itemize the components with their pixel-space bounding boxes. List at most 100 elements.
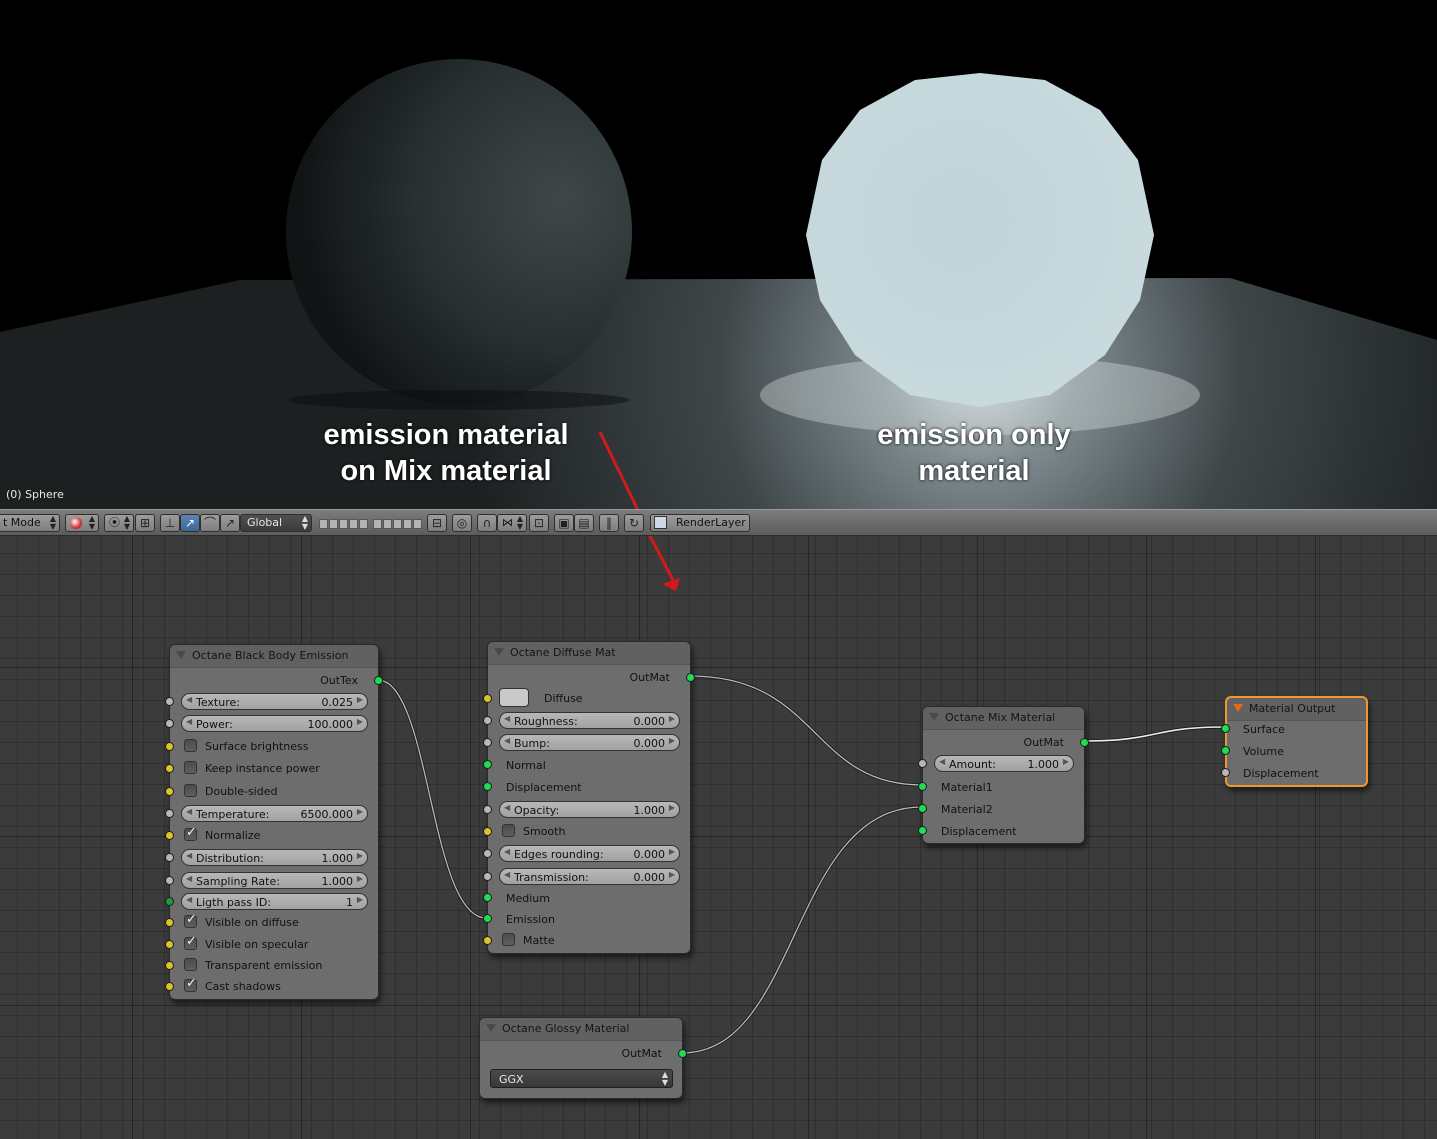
transparent-emission-checkbox[interactable] xyxy=(184,958,197,971)
layers-grid-left[interactable] xyxy=(318,514,368,533)
node-material-output[interactable]: Material Output Surface Volume Displacem… xyxy=(1221,696,1368,787)
render-layer-selector[interactable]: RenderLayer xyxy=(650,514,750,532)
cast-shadows-socket[interactable] xyxy=(165,982,174,991)
visible-on-diffuse-socket[interactable] xyxy=(165,918,174,927)
edges-rounding-field[interactable]: ◀ Edges rounding: 0.000 ▶ xyxy=(499,845,680,862)
displacement-socket[interactable] xyxy=(483,782,492,791)
output-socket[interactable] xyxy=(678,1049,687,1058)
proportional-edit-button[interactable]: ◎ xyxy=(452,514,472,532)
pivot-button[interactable]: ⦿ ▲ ▼ xyxy=(104,514,134,532)
opacity-socket[interactable] xyxy=(483,805,492,814)
surface-socket[interactable] xyxy=(1221,724,1230,733)
transparent-emission-socket[interactable] xyxy=(165,961,174,970)
node-diffuse-mat[interactable]: Octane Diffuse Mat OutMat Diffuse ◀ Rough… xyxy=(483,641,695,954)
keep-instance-power-socket[interactable] xyxy=(165,764,174,773)
smooth-socket[interactable] xyxy=(483,827,492,836)
manipulator-toggle[interactable]: ⊞ xyxy=(135,514,155,532)
node-header[interactable]: Material Output xyxy=(1227,698,1366,721)
node-glossy-material[interactable]: Octane Glossy Material OutMat GGX ▲ ▼ xyxy=(479,1017,687,1099)
collapse-triangle-icon[interactable] xyxy=(1233,704,1243,712)
visible-on-specular-checkbox[interactable]: ✓ xyxy=(184,934,197,950)
viewport-shading-button[interactable]: ▲ ▼ xyxy=(65,514,99,532)
power-socket[interactable] xyxy=(165,719,174,728)
output-socket[interactable] xyxy=(686,673,695,682)
surface-brightness-checkbox[interactable] xyxy=(184,739,197,752)
snap-button[interactable]: ∩ xyxy=(477,514,497,532)
keep-instance-power-checkbox[interactable] xyxy=(184,761,197,774)
output-socket[interactable] xyxy=(1080,738,1089,747)
transmission-field[interactable]: ◀ Transmission: 0.000 ▶ xyxy=(499,868,680,885)
material1-socket[interactable] xyxy=(918,782,927,791)
opengl-anim-button[interactable]: ▤ xyxy=(574,514,594,532)
pause-render-button[interactable]: ‖ xyxy=(599,514,619,532)
temperature-field[interactable]: ◀ Temperature: 6500.000 ▶ xyxy=(181,805,368,822)
roughness-socket[interactable] xyxy=(483,716,492,725)
node-header[interactable]: Octane Diffuse Mat xyxy=(488,642,690,665)
render-viewport[interactable]: emission material on Mix material emissi… xyxy=(0,0,1437,509)
power-field[interactable]: ◀ Power: 100.000 ▶ xyxy=(181,715,368,732)
refresh-button[interactable]: ↻ xyxy=(624,514,644,532)
opacity-field[interactable]: ◀ Opacity: 1.000 ▶ xyxy=(499,801,680,818)
sampling-rate-field[interactable]: ◀ Sampling Rate: 1.000 ▶ xyxy=(181,872,368,889)
bump-socket[interactable] xyxy=(483,738,492,747)
visible-on-specular-socket[interactable] xyxy=(165,940,174,949)
opengl-render-button[interactable]: ▣ xyxy=(554,514,574,532)
mode-selector[interactable]: t Mode ▲ ▼ xyxy=(0,514,60,532)
link-glossy-mix2[interactable] xyxy=(681,806,923,1054)
bump-field[interactable]: ◀ Bump: 0.000 ▶ xyxy=(499,734,680,751)
double-sided-checkbox[interactable] xyxy=(184,784,197,797)
collapse-triangle-icon[interactable] xyxy=(486,1024,496,1032)
output-displacement-socket[interactable] xyxy=(1221,768,1230,777)
amount-field[interactable]: ◀ Amount: 1.000 ▶ xyxy=(934,755,1074,772)
translate-button[interactable]: ↗ xyxy=(180,514,200,532)
mix-displacement-socket[interactable] xyxy=(918,826,927,835)
collapse-triangle-icon[interactable] xyxy=(929,713,939,721)
lock-layers-button[interactable]: ⊟ xyxy=(427,514,447,532)
normalize-socket[interactable] xyxy=(165,831,174,840)
node-header[interactable]: Octane Black Body Emission xyxy=(170,645,378,668)
collapse-triangle-icon[interactable] xyxy=(494,648,504,656)
node-header[interactable]: Octane Mix Material xyxy=(923,707,1084,730)
matte-socket[interactable] xyxy=(483,936,492,945)
visible-on-diffuse-checkbox[interactable]: ✓ xyxy=(184,912,197,928)
medium-socket[interactable] xyxy=(483,893,492,902)
distribution-field[interactable]: ◀ Distribution: 1.000 ▶ xyxy=(181,849,368,866)
double-sided-socket[interactable] xyxy=(165,787,174,796)
link-diffuse-mix1[interactable] xyxy=(689,675,923,786)
node-editor[interactable]: Octane Black Body Emission OutTex ◀ Textu… xyxy=(0,536,1437,1139)
roughness-field[interactable]: ◀ Roughness: 0.000 ▶ xyxy=(499,712,680,729)
node-header[interactable]: Octane Glossy Material xyxy=(480,1018,682,1041)
volume-socket[interactable] xyxy=(1221,746,1230,755)
node-mix-material[interactable]: Octane Mix Material OutMat ◀ Amount: 1.000… xyxy=(918,706,1089,844)
amount-socket[interactable] xyxy=(918,759,927,768)
transmission-socket[interactable] xyxy=(483,872,492,881)
texture-field[interactable]: ◀ Texture: 0.025 ▶ xyxy=(181,693,368,710)
diffuse-socket[interactable] xyxy=(483,694,492,703)
distribution-socket[interactable] xyxy=(165,853,174,862)
cast-shadows-checkbox[interactable]: ✓ xyxy=(184,976,197,992)
normal-socket[interactable] xyxy=(483,760,492,769)
orientation-selector[interactable]: Global ▲ ▼ xyxy=(240,514,312,532)
material2-socket[interactable] xyxy=(918,804,927,813)
sampling-rate-socket[interactable] xyxy=(165,876,174,885)
matte-checkbox[interactable] xyxy=(502,933,515,946)
node-blackbody-emission[interactable]: Octane Black Body Emission OutTex ◀ Textu… xyxy=(165,644,383,1000)
snap-element-selector[interactable]: ⋈ ▲ ▼ xyxy=(497,514,527,532)
smooth-checkbox[interactable] xyxy=(502,824,515,837)
texture-socket[interactable] xyxy=(165,697,174,706)
normalize-checkbox[interactable]: ✓ xyxy=(184,825,197,841)
light-pass-id-field[interactable]: ◀ Ligth pass ID: 1 ▶ xyxy=(181,893,368,910)
edges-rounding-socket[interactable] xyxy=(483,849,492,858)
manipulator-show-button[interactable]: ⊥ xyxy=(160,514,180,532)
surface-brightness-socket[interactable] xyxy=(165,742,174,751)
emission-socket[interactable] xyxy=(483,914,492,923)
collapse-triangle-icon[interactable] xyxy=(176,651,186,659)
snap-target-button[interactable]: ⊡ xyxy=(529,514,549,532)
light-pass-id-socket[interactable] xyxy=(165,897,174,906)
brdf-dropdown[interactable]: GGX ▲ ▼ xyxy=(490,1069,673,1088)
rotate-button[interactable]: ⌒ xyxy=(200,514,220,532)
temperature-socket[interactable] xyxy=(165,809,174,818)
scale-button[interactable]: ↗ xyxy=(220,514,240,532)
layers-grid-right[interactable] xyxy=(372,514,422,533)
diffuse-color-swatch[interactable] xyxy=(499,688,529,707)
